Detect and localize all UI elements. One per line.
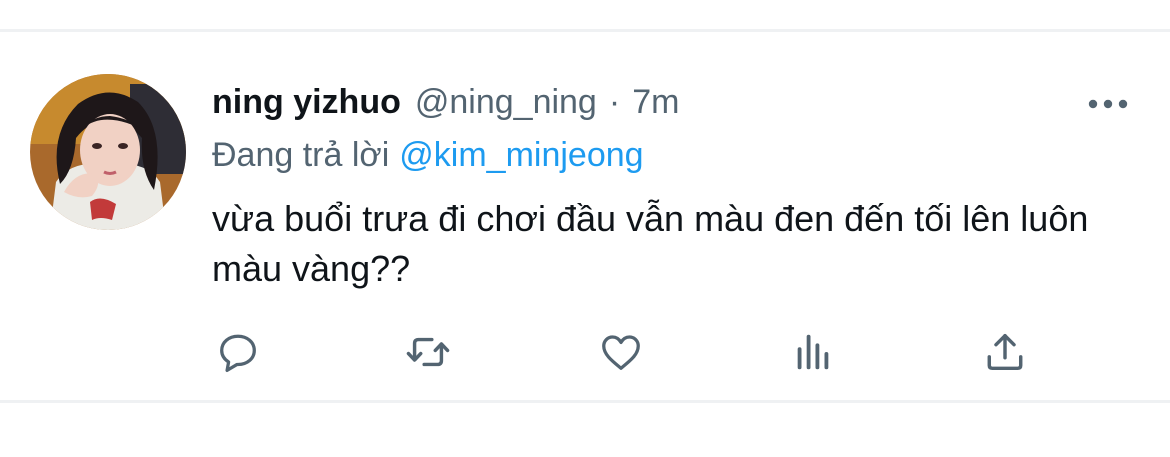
tweet[interactable]: ning yizhuo @ning_ning · 7m Đang trả lời…	[0, 32, 1170, 400]
retweet-icon	[406, 337, 450, 367]
reply-mention-link[interactable]: @kim_minjeong	[399, 136, 643, 174]
more-icon	[1088, 99, 1128, 109]
heart-icon	[602, 335, 640, 370]
tweet-actions	[0, 328, 1170, 376]
replying-to-label: Đang trả lời	[212, 136, 390, 174]
views-icon	[797, 334, 829, 370]
author-handle[interactable]: @ning_ning	[415, 82, 597, 122]
more-options-button[interactable]	[1086, 92, 1130, 116]
retweet-button[interactable]	[404, 328, 452, 376]
replying-to: Đang trả lời @kim_minjeong	[212, 134, 644, 176]
timestamp[interactable]: 7m	[632, 82, 679, 122]
author-display-name[interactable]: ning yizhuo	[212, 82, 401, 122]
tweet-header: ning yizhuo @ning_ning · 7m	[212, 82, 679, 122]
avatar-image	[30, 74, 186, 230]
separator-dot: ·	[608, 83, 621, 121]
avatar[interactable]	[30, 74, 186, 230]
bottom-divider	[0, 400, 1170, 403]
share-icon	[987, 333, 1023, 371]
tweet-text: vừa buổi trưa đi chơi đầu vẫn màu đen đế…	[212, 198, 1089, 289]
views-button[interactable]	[789, 328, 837, 376]
like-button[interactable]	[597, 328, 645, 376]
reply-icon	[220, 334, 256, 373]
share-button[interactable]	[981, 328, 1029, 376]
reply-button[interactable]	[214, 328, 262, 376]
